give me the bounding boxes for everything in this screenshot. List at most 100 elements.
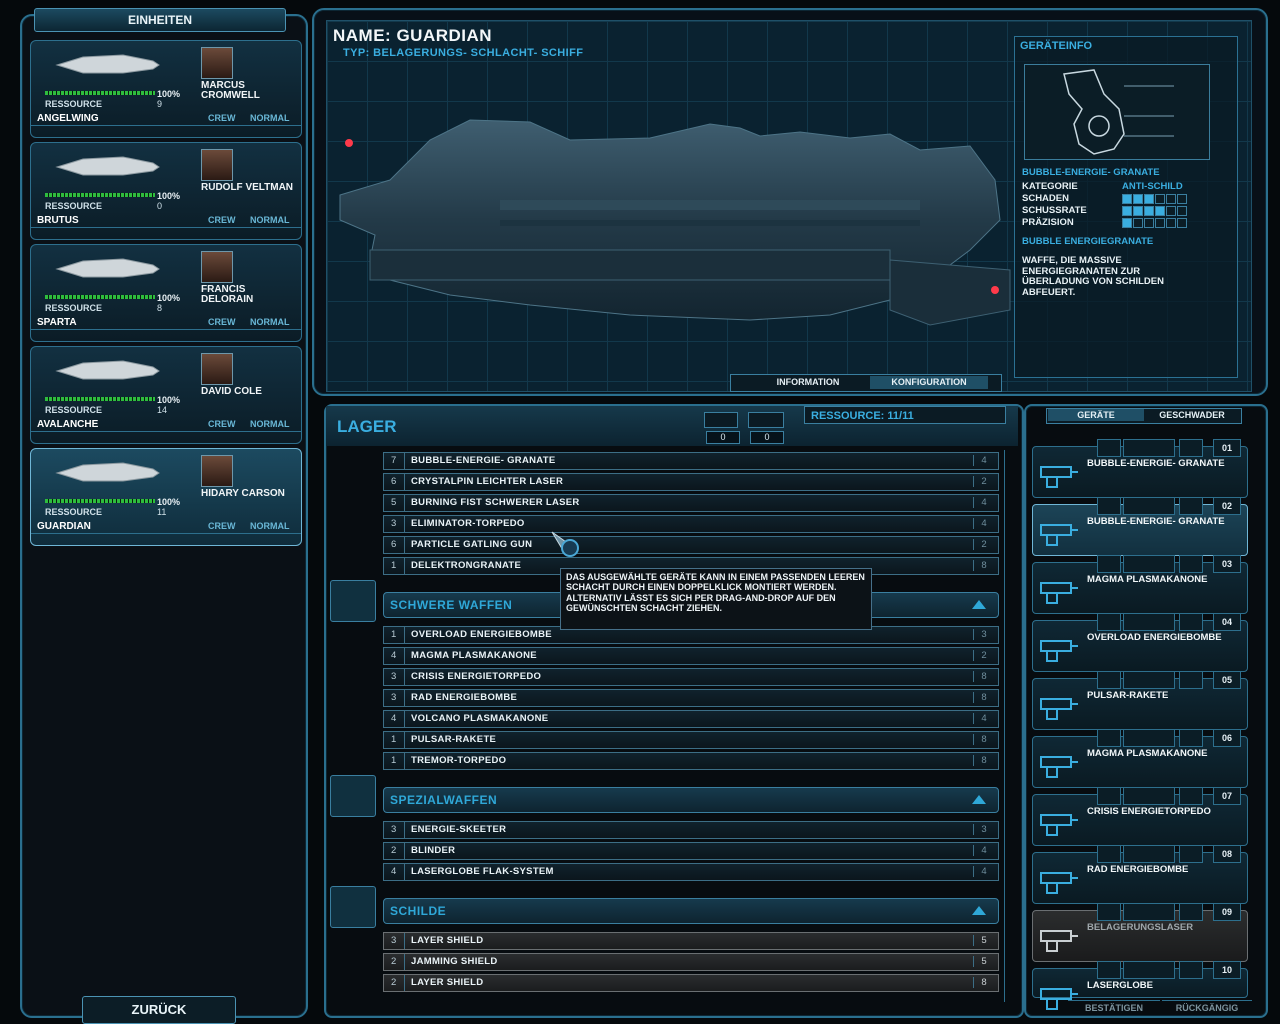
item-quantity: 3 [391,935,397,946]
stat-level-cell [1177,218,1187,228]
storage-item[interactable]: 1 PULSAR-RAKETE 8 [383,731,999,749]
stat-level-cell [1155,206,1165,216]
storage-item[interactable]: 4 LASERGLOBE FLAK-SYSTEM 4 [383,863,999,881]
slot-label: MAGMA PLASMAKANONE [1087,748,1208,759]
equipment-slot[interactable]: 10 LASERGLOBE [1032,961,1248,1010]
category-header[interactable]: SPEZIALWAFFEN [383,787,999,813]
unit-card[interactable]: FRANCIS DELORAIN 100% RESSOURCE 8 SPARTA CREW… [30,244,302,342]
resource-label: RESSOURCE [45,99,103,109]
storage-item[interactable]: 3 ENERGIE-SKEETER 3 [383,821,999,839]
mode-button[interactable]: NORMAL [250,521,290,531]
item-quantity: 6 [391,539,397,550]
mode-button[interactable]: NORMAL [250,419,290,429]
slot-label: BELAGERUNGSLASER [1087,922,1194,933]
pilot-portrait [201,251,233,283]
health-percent: 100% [157,191,181,201]
storage-item[interactable]: 6 CRYSTALPIN LEICHTER LASER 2 [383,473,999,491]
mode-button[interactable]: NORMAL [250,215,290,225]
item-cost: 4 [973,713,994,724]
mount-icon-c [1179,671,1203,689]
divider [404,558,405,574]
equipment-slot[interactable]: 04 OVERLOAD ENERGIEBOMBE [1032,613,1248,672]
category-header[interactable]: SCHILDE [383,898,999,924]
filter-icon-b[interactable] [748,412,784,428]
storage-scrollbar[interactable] [1004,450,1017,1002]
tab-information[interactable]: INFORMATION [748,376,868,389]
stat-label: PRÄZISION [1022,217,1074,228]
item-cost: 5 [973,935,994,946]
storage-item[interactable]: 4 VOLCANO PLASMAKANONE 4 [383,710,999,728]
resource-label: RESSOURCE [45,201,103,211]
item-name: BLINDER [411,845,456,856]
collapse-arrow-icon[interactable] [972,906,986,915]
collapse-arrow-icon[interactable] [972,795,986,804]
storage-item[interactable]: 7 BUBBLE-ENERGIE- GRANATE 4 [383,452,999,470]
storage-item[interactable]: 2 JAMMING SHIELD 5 [383,953,999,971]
resource-value: 9 [157,99,163,109]
storage-item[interactable]: 3 RAD ENERGIEBOMBE 8 [383,689,999,707]
equipment-slot[interactable]: 08 RAD ENERGIEBOMBE [1032,845,1248,904]
undo-button[interactable]: RÜCKGÄNGIG [1162,1000,1252,1015]
item-name: OVERLOAD ENERGIEBOMBE [411,629,552,640]
crew-button[interactable]: CREW [208,113,236,123]
stat-level-cell [1122,206,1132,216]
tab-geschwader[interactable]: GESCHWADER [1146,409,1238,421]
back-button[interactable]: ZURÜCK [82,996,236,1024]
equipment-slot[interactable]: 02 BUBBLE-ENERGIE- GRANATE [1032,497,1248,556]
storage-item[interactable]: 2 BLINDER 4 [383,842,999,860]
equipment-slot[interactable]: 05 PULSAR-RAKETE [1032,671,1248,730]
storage-item[interactable]: 2 LAYER SHIELD 8 [383,974,999,992]
storage-item[interactable]: 1 TREMOR-TORPEDO 8 [383,752,999,770]
equipment-slot[interactable]: 06 MAGMA PLASMAKANONE [1032,729,1248,788]
unit-card[interactable]: DAVID COLE 100% RESSOURCE 14 AVALANCHE CREW NO… [30,346,302,444]
equipment-slot[interactable]: 07 CRISIS ENERGIETORPEDO [1032,787,1248,846]
storage-item[interactable]: 5 BURNING FIST SCHWERER LASER 4 [383,494,999,512]
mode-button[interactable]: NORMAL [250,317,290,327]
filter-icon-a[interactable] [704,412,738,428]
crew-button[interactable]: CREW [208,317,236,327]
storage-item[interactable]: 4 MAGMA PLASMAKANONE 2 [383,647,999,665]
equipment-slot[interactable]: 03 MAGMA PLASMAKANONE [1032,555,1248,614]
equipment-slot[interactable]: 09 BELAGERUNGSLASER [1032,903,1248,962]
mount-icon-c [1179,845,1203,863]
resource-value: 0 [157,201,163,211]
tab-geraete[interactable]: GERÄTE [1048,409,1144,421]
mount-icon-b [1123,845,1175,863]
stat-level-cell [1166,206,1176,216]
item-quantity: 1 [391,755,397,766]
divider [404,516,405,532]
stat-label: KATEGORIE [1022,181,1078,192]
item-name: JAMMING SHIELD [411,956,498,967]
confirm-button[interactable]: BESTÄTIGEN [1068,1000,1160,1015]
health-bar [45,91,155,95]
equipment-slot[interactable]: 01 BUBBLE-ENERGIE- GRANATE [1032,439,1248,498]
item-name: BUBBLE-ENERGIE- GRANATE [411,455,556,466]
unit-card[interactable]: MARCUS CROMWELL 100% RESSOURCE 9 ANGELWING CR… [30,40,302,138]
stat-level-cell [1122,194,1132,204]
item-quantity: 1 [391,560,397,571]
slot-label: RAD ENERGIEBOMBE [1087,864,1189,875]
mode-button[interactable]: NORMAL [250,113,290,123]
crew-button[interactable]: CREW [208,521,236,531]
storage-item[interactable]: 6 PARTICLE GATLING GUN 2 [383,536,999,554]
item-name: LAYER SHIELD [411,977,484,988]
item-name: LASERGLOBE FLAK-SYSTEM [411,866,554,877]
item-cost: 8 [973,560,994,571]
unit-card[interactable]: HIDARY CARSON 100% RESSOURCE 11 GUARDIAN CREW… [30,448,302,546]
divider [404,690,405,706]
collapse-arrow-icon[interactable] [972,600,986,609]
storage-item[interactable]: 3 ELIMINATOR-TORPEDO 4 [383,515,999,533]
health-percent: 100% [157,89,181,99]
mount-icon-b [1123,671,1175,689]
slot-number: 09 [1213,903,1241,921]
crew-button[interactable]: CREW [208,419,236,429]
storage-item[interactable]: 3 LAYER SHIELD 5 [383,932,999,950]
crew-button[interactable]: CREW [208,215,236,225]
divider [404,495,405,511]
divider [404,864,405,880]
tab-konfiguration[interactable]: KONFIGURATION [870,376,988,389]
unit-card[interactable]: RUDOLF VELTMAN 100% RESSOURCE 0 BRUTUS CREW NO… [30,142,302,240]
divider [404,537,405,553]
item-name: ELIMINATOR-TORPEDO [411,518,525,529]
storage-item[interactable]: 3 CRISIS ENERGIETORPEDO 8 [383,668,999,686]
